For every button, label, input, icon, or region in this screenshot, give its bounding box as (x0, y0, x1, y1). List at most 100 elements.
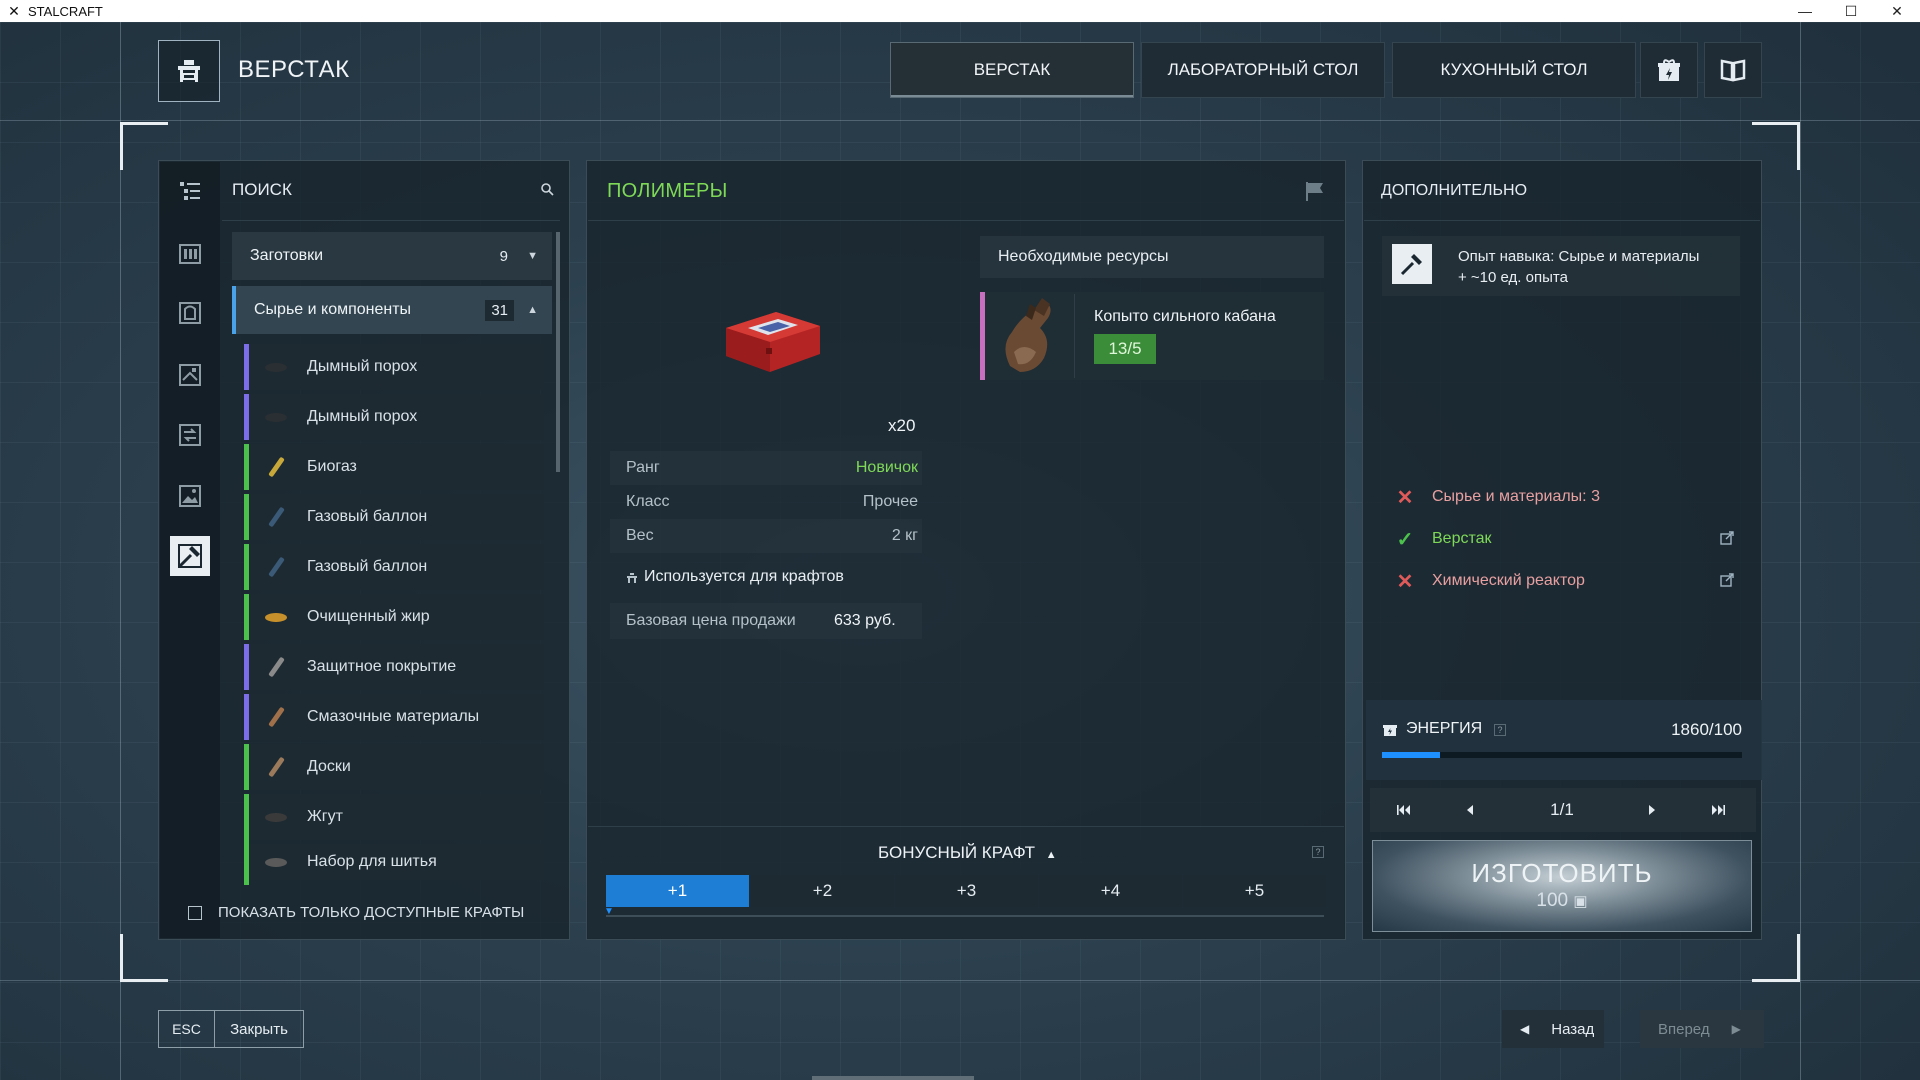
rarity-bar (244, 444, 249, 490)
chevron-down-icon: ▼ (527, 250, 538, 262)
rarity-bar (244, 494, 249, 540)
divider-bottom (0, 980, 1920, 981)
item-thumbnail-icon (263, 506, 289, 528)
flag-icon[interactable] (1304, 180, 1326, 207)
book-tab[interactable] (1704, 42, 1762, 98)
bonus-craft-title[interactable]: БОНУСНЫЙ КРАФТ ▲ (878, 843, 1057, 863)
category-raw-materials-icon[interactable] (170, 536, 210, 576)
category-all-icon[interactable] (170, 171, 210, 211)
skill-exp-text: Опыт навыка: Сырье и материалы + ~10 ед.… (1458, 246, 1699, 288)
category-exchange-icon[interactable] (170, 415, 210, 455)
energy-label: ЭНЕРГИЯ (1406, 720, 1483, 737)
category-ammo-icon[interactable] (170, 233, 210, 273)
external-link-icon[interactable] (1720, 572, 1740, 590)
rarity-bar (244, 594, 249, 640)
next-page-button[interactable] (1640, 798, 1664, 822)
recipe-item[interactable]: Доски (244, 744, 544, 790)
recipe-item[interactable]: Биогаз (244, 444, 544, 490)
stat-key: Вес (626, 527, 654, 544)
chevron-up-icon: ▲ (527, 304, 538, 316)
cross-icon: ✕ (1396, 486, 1414, 509)
forward-button[interactable]: Вперед ▶ (1640, 1010, 1764, 1048)
show-available-checkbox[interactable] (188, 906, 202, 920)
recipe-item[interactable]: Защитное покрытие (244, 644, 544, 690)
rarity-bar (244, 744, 249, 790)
group-raw-components[interactable]: Сырье и компоненты 31 ▲ (232, 286, 552, 334)
craft-cost-value: 100 (1536, 890, 1569, 911)
close-window-button[interactable]: ✕ (1874, 0, 1920, 22)
recipe-title: ПОЛИМЕРЫ (607, 180, 728, 202)
requirement-row-reactor: ✕ Химический реактор (1390, 561, 1740, 601)
workbench-station-icon (158, 40, 220, 102)
recipe-item[interactable]: Дымный порох (244, 394, 544, 440)
bonus-tab-2[interactable]: +2 (751, 875, 894, 907)
recipe-item-label: Жгут (307, 808, 343, 825)
recipe-item[interactable]: Очищенный жир (244, 594, 544, 640)
check-icon: ✓ (1396, 528, 1414, 551)
first-page-button[interactable] (1392, 798, 1416, 822)
maximize-button[interactable]: ☐ (1828, 0, 1874, 22)
bonus-tab-4[interactable]: +4 (1039, 875, 1182, 907)
item-thumbnail-icon (263, 357, 289, 377)
bonus-tab-5[interactable]: +5 (1183, 875, 1326, 907)
category-images-icon[interactable] (170, 476, 210, 516)
gift-energy-tab[interactable] (1640, 42, 1698, 98)
tab-workbench[interactable]: ВЕРСТАК (890, 42, 1134, 98)
frame-corner-br (1752, 934, 1800, 982)
used-for-crafts-label: Используется для крафтов (644, 568, 844, 585)
item-thumbnail-icon (263, 706, 289, 728)
search-icon[interactable] (540, 182, 554, 201)
price-value: 633 руб. (834, 612, 896, 629)
tab-kitchen-table[interactable]: КУХОННЫЙ СТОЛ (1392, 42, 1636, 98)
last-page-button[interactable] (1706, 798, 1730, 822)
show-available-label: ПОКАЗАТЬ ТОЛЬКО ДОСТУПНЫЕ КРАФТЫ (218, 904, 525, 921)
divider-top (0, 120, 1920, 121)
requirement-label: Химический реактор (1432, 572, 1585, 589)
item-thumbnail-icon (263, 607, 289, 627)
recipe-item[interactable]: Смазочные материалы (244, 694, 544, 740)
help-icon[interactable]: ? (1312, 846, 1324, 858)
recipe-item-label: Очищенный жир (307, 608, 430, 625)
stat-value: Новичок (855, 459, 918, 476)
close-button[interactable]: ESC Закрыть (158, 1010, 304, 1048)
item-thumbnail-icon (263, 756, 289, 778)
bonus-tab-1[interactable]: +1 (606, 875, 749, 907)
resource-name: Копыто сильного кабана (1094, 308, 1276, 325)
divider-right (1800, 22, 1801, 1080)
minimize-button[interactable]: — (1782, 0, 1828, 22)
recipe-list-scrollbar[interactable] (556, 232, 560, 472)
group-blanks[interactable]: Заготовки 9 ▼ (232, 232, 552, 280)
external-link-icon[interactable] (1720, 530, 1740, 548)
rarity-bar (244, 394, 249, 440)
bonus-craft-label: БОНУСНЫЙ КРАФТ (878, 843, 1036, 862)
back-button[interactable]: ◀ Назад (1502, 1010, 1604, 1048)
recipe-item[interactable]: Дымный порох (244, 344, 544, 390)
requirement-label: Верстак (1432, 530, 1492, 547)
recipe-item[interactable]: Набор для шитья (244, 839, 544, 885)
tab-laboratory-table[interactable]: ЛАБОРАТОРНЫЙ СТОЛ (1141, 42, 1385, 98)
category-weapon-mods-icon[interactable] (170, 355, 210, 395)
energy-help-icon[interactable]: ? (1494, 724, 1506, 736)
recipe-item[interactable]: Жгут (244, 794, 544, 840)
requirement-row-workbench: ✓ Верстак (1390, 519, 1740, 559)
prev-page-button[interactable] (1458, 798, 1482, 822)
item-thumbnail-icon (263, 807, 289, 827)
recipe-item-label: Смазочные материалы (307, 708, 480, 725)
stat-rank-row: Ранг Новичок (610, 451, 922, 485)
group-count: 31 (485, 299, 514, 321)
recipe-item[interactable]: Газовый баллон (244, 494, 544, 540)
category-armor-icon[interactable] (170, 293, 210, 333)
stat-weight-row: Вес 2 кг (610, 519, 922, 553)
recipe-item-label: Газовый баллон (307, 508, 428, 525)
bonus-tab-3[interactable]: +3 (895, 875, 1038, 907)
arrow-right-icon: ▶ (1731, 1022, 1741, 1036)
rarity-bar (244, 839, 249, 885)
bottom-scroll-indicator (812, 1076, 974, 1080)
recipe-item-label: Биогаз (307, 458, 357, 475)
energy-cost-icon: ▣ (1573, 893, 1588, 910)
cross-icon: ✕ (1396, 570, 1414, 593)
recipe-item-label: Дымный порох (307, 408, 418, 425)
group-label: Сырье и компоненты (254, 301, 412, 318)
recipe-item[interactable]: Газовый баллон (244, 544, 544, 590)
esc-key: ESC (159, 1011, 215, 1047)
